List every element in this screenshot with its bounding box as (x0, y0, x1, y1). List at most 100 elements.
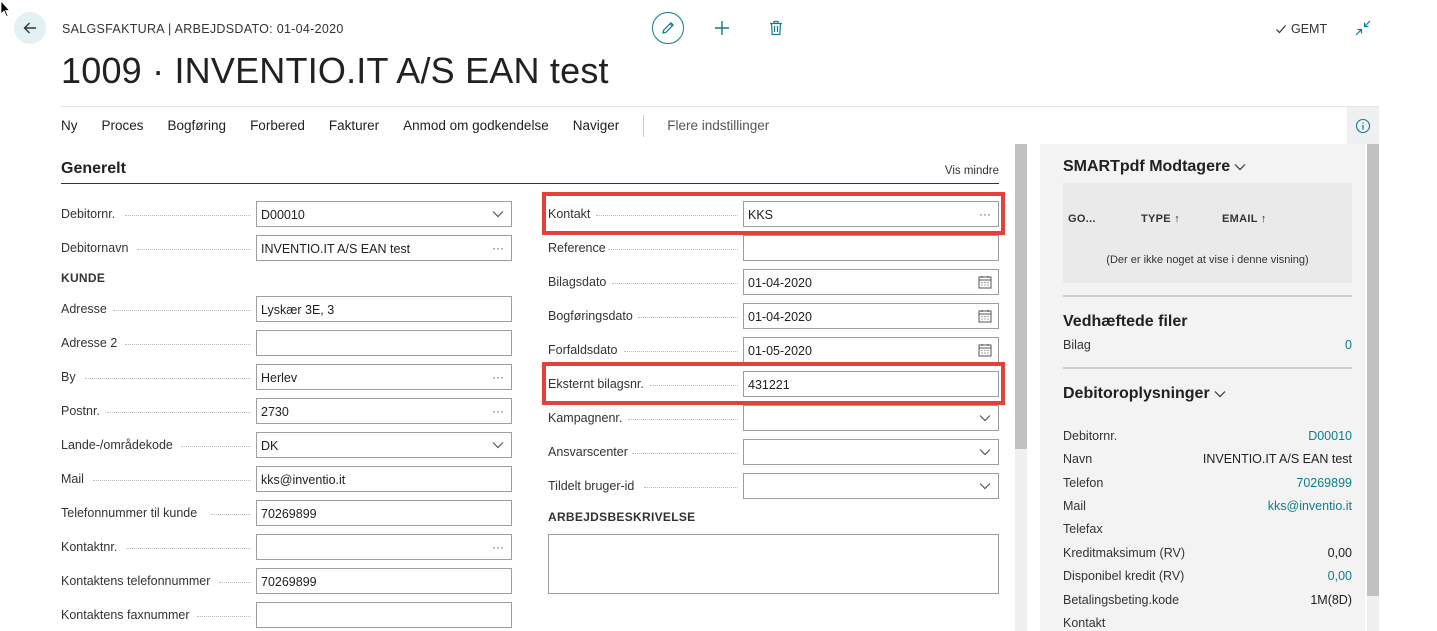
info-button[interactable] (1347, 107, 1379, 144)
delete-button[interactable] (760, 12, 792, 44)
by-input[interactable]: Herlev ··· (256, 364, 512, 390)
adresse2-input[interactable] (256, 330, 512, 356)
field-kontaktnr: Kontaktnr. ··· (61, 534, 512, 560)
row-value[interactable]: kks@inventio.it (1268, 499, 1352, 513)
field-label: Ansvarscenter (548, 445, 628, 459)
chevron-down-icon[interactable] (489, 202, 507, 226)
checkmark-icon (1276, 25, 1286, 34)
collapse-icon (1355, 20, 1371, 36)
field-dots (107, 412, 251, 413)
field-mail: Mail kks@inventio.it (61, 466, 512, 492)
forfaldsdato-input[interactable]: 01-05-2020 (743, 337, 999, 363)
arbejdsbeskrivelse-textarea[interactable] (548, 534, 999, 594)
new-button[interactable] (706, 12, 738, 44)
postnr-input[interactable]: 2730 ··· (256, 398, 512, 424)
empty-list-message: (Der er ikke noget at vise i denne visni… (1106, 254, 1309, 266)
ansvarscenter-select[interactable] (743, 439, 999, 465)
field-label: Tildelt bruger-id (548, 479, 635, 493)
customer-info-header[interactable]: Debitoroplysninger (1063, 385, 1226, 403)
kontakt-telefon-input[interactable]: 70269899 (256, 568, 512, 594)
smartpdf-title: SMARTpdf Modtagere (1063, 158, 1231, 175)
action-anmod-godkendelse[interactable]: Anmod om godkendelse (403, 118, 549, 133)
debitornr-input[interactable]: D00010 (256, 201, 512, 227)
column-header-email[interactable]: EMAIL ↑ (1222, 213, 1267, 225)
field-dots (632, 453, 738, 454)
adresse-input[interactable]: Lyskær 3E, 3 (256, 296, 512, 322)
action-forbered[interactable]: Forbered (250, 118, 305, 133)
chevron-down-icon[interactable] (976, 406, 994, 430)
column-header-go[interactable]: GO... (1068, 213, 1096, 225)
kontaktnr-input[interactable]: ··· (256, 534, 512, 560)
calendar-icon[interactable] (976, 270, 994, 294)
column-header-type[interactable]: TYPE ↑ (1141, 213, 1180, 225)
factbox-scrollbar-thumb[interactable] (1367, 144, 1379, 596)
edit-button[interactable] (652, 12, 684, 44)
back-button[interactable] (14, 12, 46, 44)
bogforingsdato-input[interactable]: 01-04-2020 (743, 303, 999, 329)
action-fakturer[interactable]: Fakturer (329, 118, 379, 133)
plus-icon (715, 21, 729, 35)
customer-row-kreditmaksimum: Kreditmaksimum (RV) 0,00 (1063, 546, 1352, 564)
field-dots (127, 548, 251, 549)
show-less-link[interactable]: Vis mindre (945, 165, 999, 177)
field-label: Postnr. (61, 404, 100, 418)
chevron-down-icon (1234, 164, 1246, 171)
main-scrollbar-thumb[interactable] (1015, 144, 1027, 449)
field-dots (197, 616, 251, 617)
field-dots (211, 514, 251, 515)
kontakt-fax-input[interactable] (256, 602, 512, 628)
saved-status: GEMT (1275, 22, 1327, 36)
ellipsis-icon[interactable]: ··· (489, 365, 507, 389)
chevron-down-icon[interactable] (976, 474, 994, 498)
action-more-options[interactable]: Flere indstillinger (667, 118, 769, 133)
field-value: 01-05-2020 (748, 344, 812, 358)
action-proces[interactable]: Proces (102, 118, 144, 133)
calendar-icon[interactable] (976, 338, 994, 362)
action-naviger[interactable]: Naviger (573, 118, 620, 133)
chevron-down-icon[interactable] (489, 433, 507, 457)
calendar-icon[interactable] (976, 304, 994, 328)
telefon-input[interactable]: 70269899 (256, 500, 512, 526)
field-dots (125, 344, 251, 345)
row-key: Betalingsbeting.kode (1063, 593, 1180, 607)
action-ny[interactable]: Ny (61, 118, 78, 133)
field-dots (113, 310, 251, 311)
trash-icon (770, 20, 782, 36)
action-bogforing[interactable]: Bogføring (168, 118, 227, 133)
chevron-down-icon[interactable] (976, 440, 994, 464)
attachments-count[interactable]: 0 (1345, 338, 1352, 352)
row-value[interactable]: 70269899 (1296, 476, 1352, 490)
kampagnenr-select[interactable] (743, 405, 999, 431)
field-adresse2: Adresse 2 (61, 330, 512, 356)
ellipsis-icon[interactable]: ··· (489, 236, 507, 260)
attachments-row: Bilag 0 (1063, 338, 1352, 356)
field-value: Herlev (261, 371, 298, 385)
row-value: 1M(8D) (1310, 593, 1352, 607)
tildelt-bruger-select[interactable] (743, 473, 999, 499)
customer-row-kontakt: Kontakt (1063, 616, 1352, 631)
field-label: Debitornr. (61, 207, 116, 221)
field-dots (181, 446, 251, 447)
reference-input[interactable] (743, 235, 999, 261)
ellipsis-icon[interactable]: ··· (489, 535, 507, 559)
page-title: 1009 · INVENTIO.IT A/S EAN test (61, 50, 609, 91)
field-postnr: Postnr. 2730 ··· (61, 398, 512, 424)
customer-row-debitornr: Debitornr. D00010 (1063, 429, 1352, 447)
row-value[interactable]: D00010 (1308, 429, 1352, 443)
field-label: Mail (61, 472, 84, 486)
mail-input[interactable]: kks@inventio.it (256, 466, 512, 492)
field-value: 70269899 (261, 507, 317, 521)
smartpdf-list (1063, 183, 1352, 283)
field-label: Lande-/områdekode (61, 438, 173, 452)
row-value[interactable]: 0,00 (1328, 569, 1352, 583)
highlight-eksternt-bilagsnr (542, 362, 1005, 405)
land-select[interactable]: DK (256, 432, 512, 458)
smartpdf-header[interactable]: SMARTpdf Modtagere (1063, 158, 1246, 176)
field-value: DK (261, 439, 279, 453)
bilagsdato-input[interactable]: 01-04-2020 (743, 269, 999, 295)
ellipsis-icon[interactable]: ··· (489, 399, 507, 423)
section-title[interactable]: Generelt (61, 160, 126, 178)
field-dots (638, 317, 738, 318)
debitornavn-input[interactable]: INVENTIO.IT A/S EAN test ··· (256, 235, 512, 261)
collapse-button[interactable] (1352, 17, 1374, 39)
